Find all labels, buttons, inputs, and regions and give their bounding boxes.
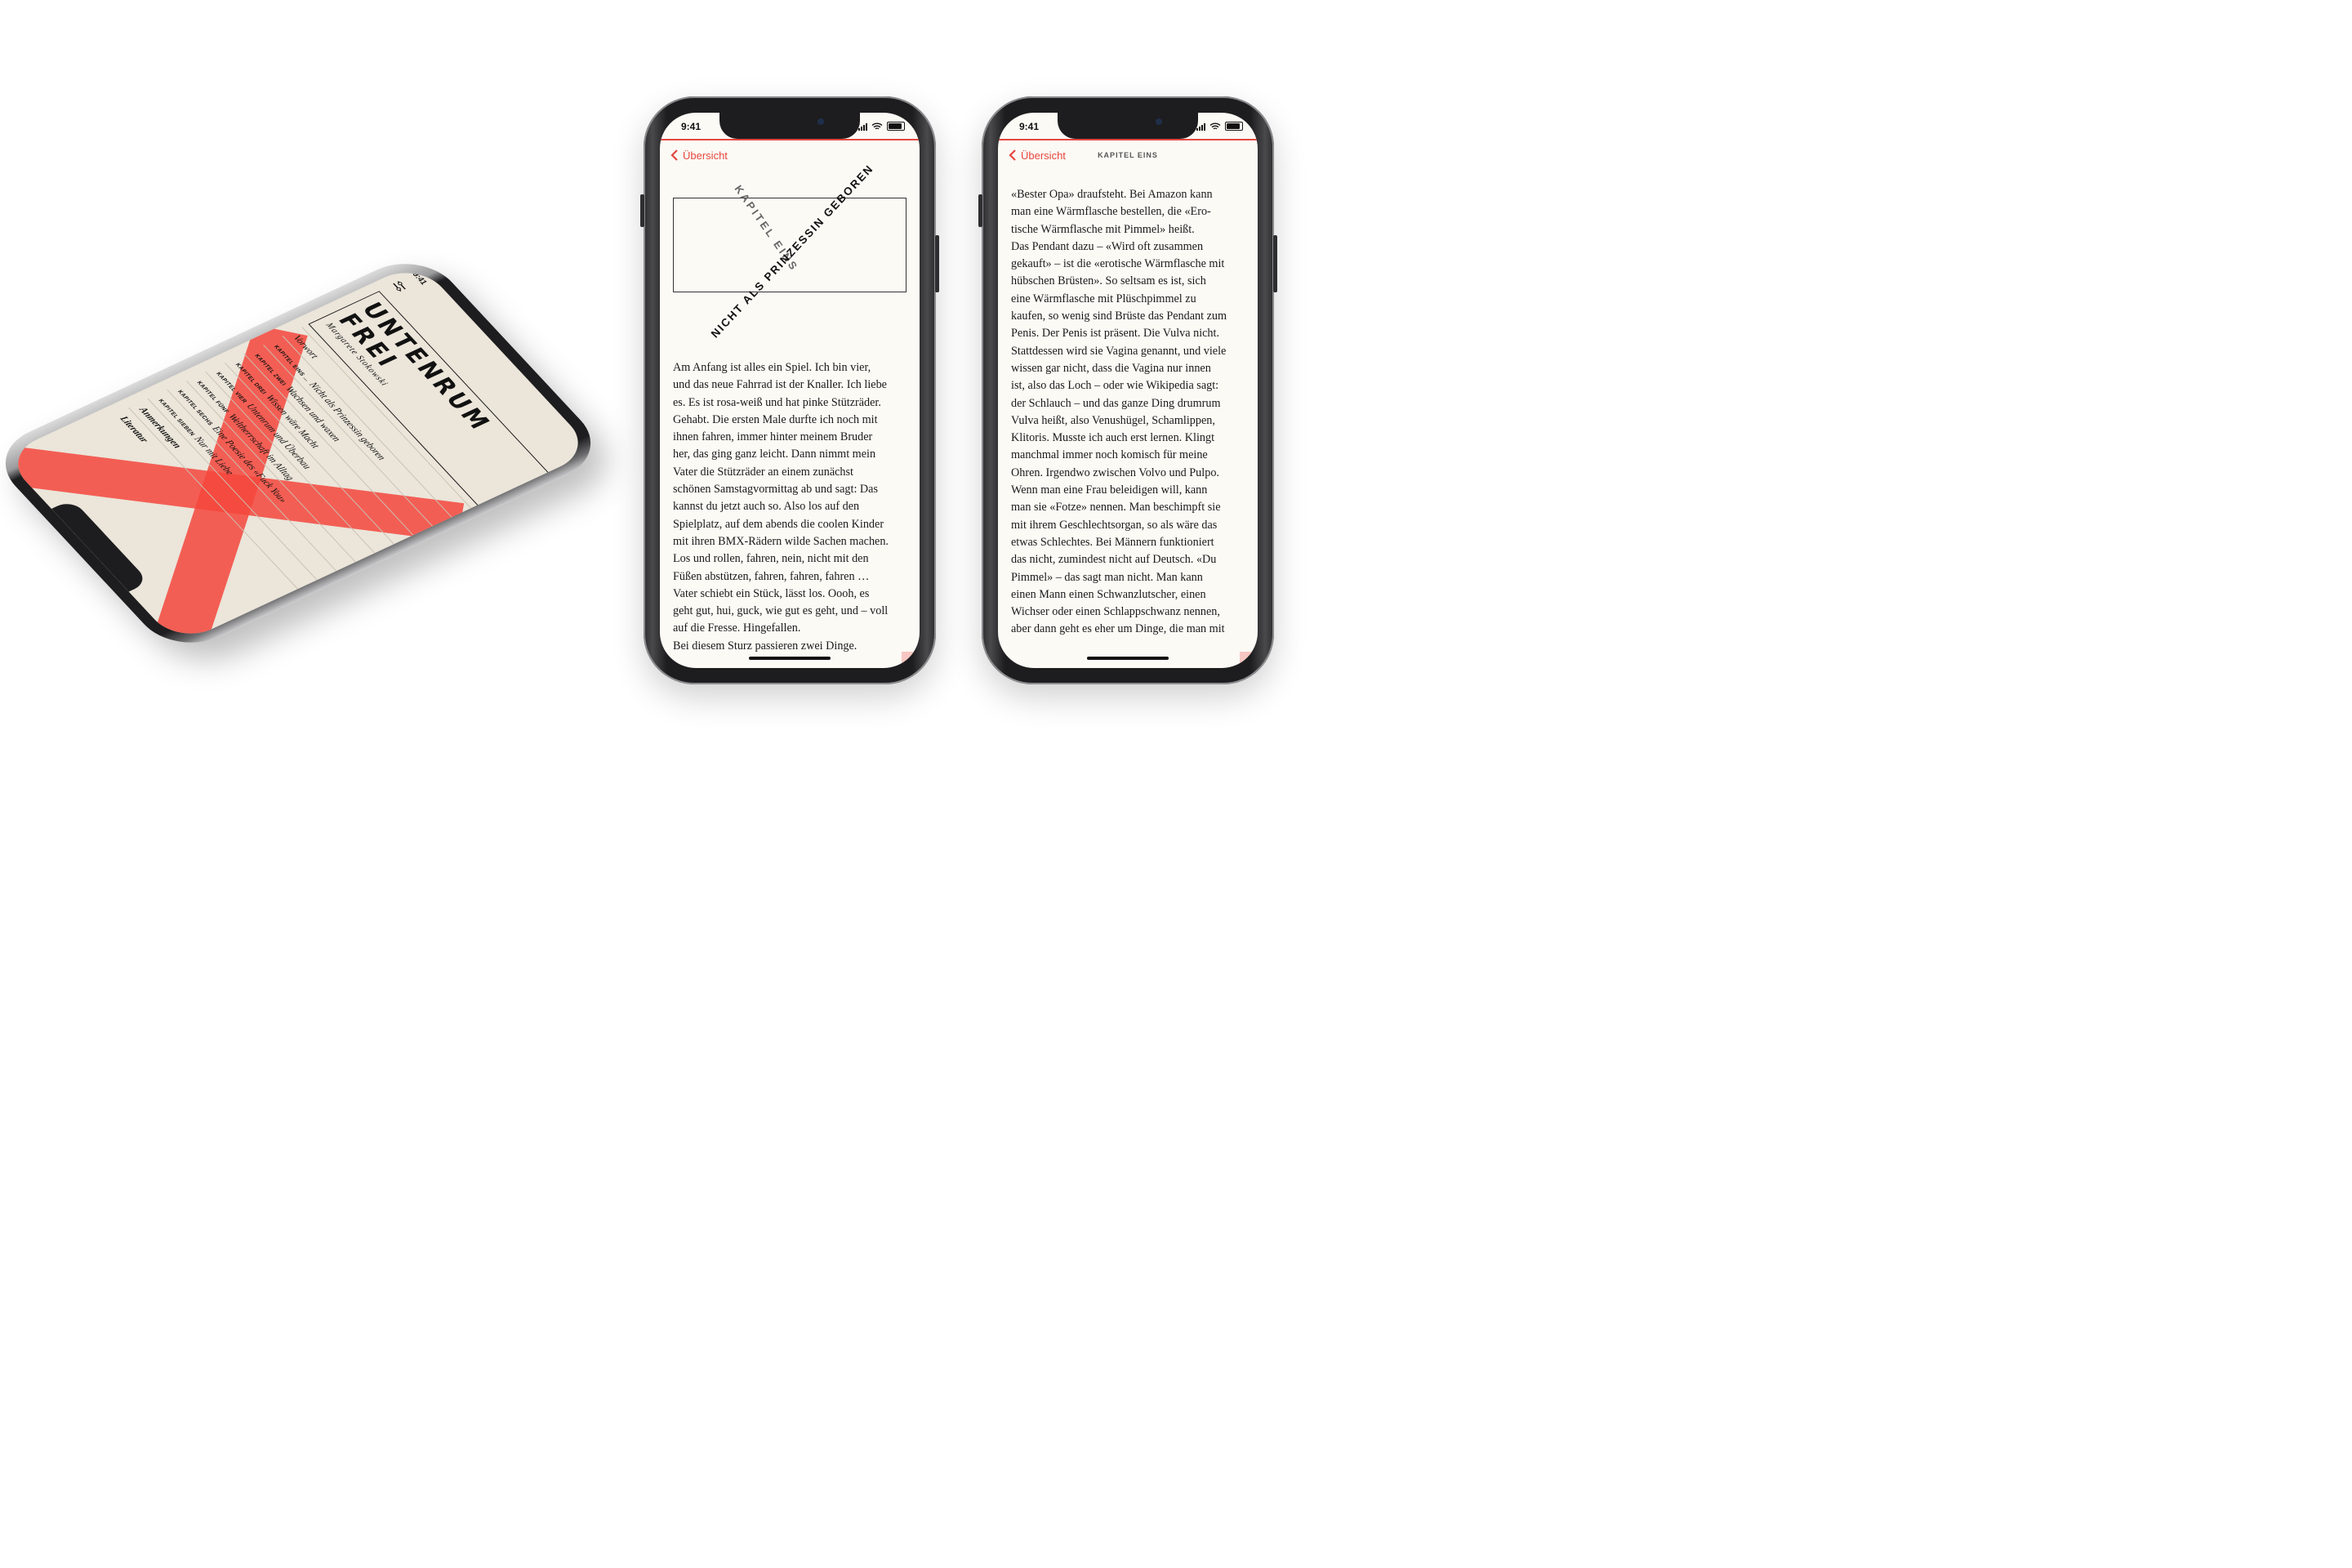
camera-icon [817, 118, 824, 125]
text-line: Stattdessen wird sie Vagina genannt, und… [1011, 344, 1227, 358]
text-line: Vater die Stützräder an einem zunächst [673, 465, 853, 479]
chevron-right-icon: › [488, 632, 499, 639]
text-line: geht gut, hui, guck, wie gut es geht, un… [673, 604, 889, 618]
text-line: kannst du jetzt auch so. Also los auf de… [673, 500, 860, 514]
text-line: mit ihrem Geschlechtsorgan, so als wäre … [1011, 518, 1218, 532]
text-line: Los und rollen, fahren, nein, nicht mit … [673, 552, 869, 566]
text-line: Bei diesem Sturz passieren zwei Dinge. [673, 639, 858, 653]
nav-bar: Übersicht KAPITEL EINS [998, 139, 1258, 173]
chevron-right-icon: › [507, 623, 519, 630]
chevron-right-icon: › [469, 642, 479, 645]
middle-screen: 9:41 Übersicht KAPITEL EINS NICHT ALS PR… [660, 113, 920, 668]
home-indicator[interactable] [1087, 657, 1169, 660]
text-line: eine Wärmflasche mit Plüschpimmel zu [1011, 292, 1196, 305]
volume-button [640, 194, 644, 227]
text-line: wissen gar nicht, dass die Vagina nur in… [1011, 361, 1211, 375]
signal-icon [1196, 122, 1205, 131]
text-line: man sie «Fotze» nennen. Man beschimpft s… [1011, 501, 1221, 514]
tilted-time: 9:41 [410, 271, 429, 287]
tilted-notch [51, 499, 150, 592]
status-icons [858, 122, 905, 131]
text-line: tische Wärmflasche mit Pimmel» heißt. [1011, 222, 1195, 236]
home-indicator[interactable] [749, 657, 831, 660]
text-line: schönen Samstagvormittag ab und sagt: Da… [673, 483, 878, 497]
text-line: etwas Schlechtes. Bei Männern funktionie… [1011, 535, 1214, 549]
volume-button [978, 194, 982, 227]
middle-phone: 9:41 Übersicht KAPITEL EINS NICHT ALS PR… [640, 96, 939, 684]
text-line: Vater schiebt ein Stück, lässt los. Oooh… [673, 586, 870, 600]
status-time: 9:41 [681, 121, 702, 132]
text-line: man eine Wärmflasche bestellen, die «Ero… [1011, 205, 1211, 219]
power-button [935, 235, 939, 292]
text-line: aber dann geht es eher um Dinge, die man… [1011, 622, 1225, 636]
nav-bar: Übersicht [660, 139, 920, 173]
text-line: Penis. Der Penis ist präsent. Die Vulva … [1011, 327, 1220, 341]
page-curl[interactable] [900, 648, 920, 668]
text-line: Klitoris. Musste ich auch erst lernen. K… [1011, 431, 1215, 445]
text-line: mit ihren BMX-Rädern wilde Sachen machen… [673, 534, 889, 548]
page-curl[interactable] [1238, 648, 1258, 668]
text-line: hübschen Brüsten». So seltsam es ist, si… [1011, 274, 1206, 288]
tilted-phone-body: 9:41 i UNTENRUM FREI Margarete Stokowski… [0, 249, 612, 657]
text-line: einen Mann einen Schwanzlutscher, einen [1011, 587, 1206, 601]
resume-reading-button[interactable]: Weiterlesen [543, 564, 581, 599]
text-line: Wichser oder einen Schlappschwanz nennen… [1011, 605, 1220, 619]
chevron-right-icon: › [546, 605, 557, 612]
right-screen: 9:41 Übersicht KAPITEL EINS «Bester Opa»… [998, 113, 1258, 668]
text-line: Wenn man eine Frau beleidigen will, kann [1011, 483, 1208, 497]
text-line: auf die Fresse. Hingefallen. [673, 621, 801, 635]
chevron-left-icon [670, 149, 678, 161]
text-line: Spielplatz, auf dem abends die coolen Ki… [673, 517, 884, 531]
text-line: kaufen, so wenig sind Brüste das Pendant… [1011, 310, 1227, 323]
text-line: Am Anfang ist alles ein Spiel. Ich bin v… [673, 361, 871, 374]
text-line: Vulva heißt, also Venushügel, Schamlippe… [1011, 413, 1215, 427]
battery-icon [887, 122, 905, 131]
text-line: Gehabt. Die ersten Male durfte ich noch … [673, 412, 878, 426]
status-time: 9:41 [1019, 121, 1040, 132]
camera-icon [1156, 118, 1162, 125]
reading-text: «Bester Opa» draufsteht. Bei Amazon kann… [1011, 186, 1246, 639]
text-line: der Schlauch – und das ganze Ding drumru… [1011, 396, 1221, 410]
text-line: manchmal immer noch komisch für meine [1011, 448, 1208, 462]
nav-title: KAPITEL EINS [1098, 151, 1158, 159]
text-line: es. Es ist rosa-weiß und hat pinke Stütz… [673, 395, 881, 409]
text-line: gekauft» – ist die «erotische Wärmflasch… [1011, 257, 1225, 271]
text-line: ist, also das Loch – oder wie Wikipedia … [1011, 379, 1219, 393]
chevron-right-icon: › [526, 614, 537, 621]
reading-text: Am Anfang ist alles ein Spiel. Ich bin v… [673, 359, 908, 655]
text-line: und das neue Fahrrad ist der Knaller. Ic… [673, 378, 887, 392]
power-button [1273, 235, 1277, 292]
text-line: Das Pendant dazu – «Wird oft zusammen [1011, 239, 1204, 253]
text-line: das nicht, zumindest nicht auf Deutsch. … [1011, 553, 1217, 567]
notch [1058, 113, 1198, 139]
back-button[interactable]: Übersicht [670, 149, 728, 162]
tilted-phone-screen: 9:41 i UNTENRUM FREI Margarete Stokowski… [2, 261, 595, 645]
text-line: her, das ging ganz leicht. Dann nimmt me… [673, 448, 876, 461]
battery-icon [1225, 122, 1243, 131]
status-icons [1196, 122, 1243, 131]
notch [719, 113, 860, 139]
back-label: Übersicht [683, 149, 728, 162]
wifi-icon [871, 122, 883, 129]
text-line: «Bester Opa» draufsteht. Bei Amazon kann [1011, 188, 1213, 201]
signal-icon [858, 122, 867, 131]
tilted-content: 9:41 i UNTENRUM FREI Margarete Stokowski… [109, 262, 595, 645]
text-line: Ohren. Irgendwo zwischen Volvo und Pulpo… [1011, 466, 1219, 479]
tilted-phone: 9:41 i UNTENRUM FREI Margarete Stokowski… [0, 249, 612, 657]
text-line: ihnen fahren, immer hinter meinem Bruder [673, 430, 873, 444]
wifi-icon [1209, 122, 1221, 129]
text-line: Pimmel» – das sagt man nicht. Man kann [1011, 570, 1203, 584]
right-phone: 9:41 Übersicht KAPITEL EINS «Bester Opa»… [978, 96, 1277, 684]
text-line: Füßen abstützen, fahren, fahren, fahren … [673, 569, 870, 583]
